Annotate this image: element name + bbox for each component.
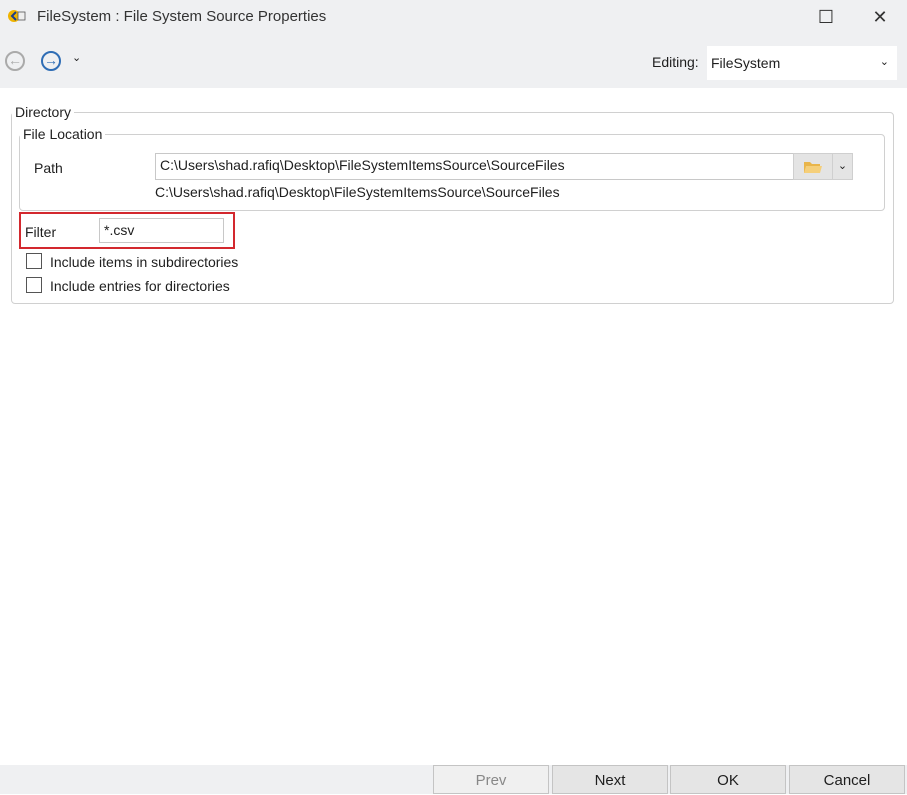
folder-icon <box>804 162 822 173</box>
toolbar: ← → ⌄ Editing: FileSystem ⌄ <box>0 34 907 88</box>
include-directories-checkbox[interactable] <box>26 277 42 293</box>
editing-select[interactable]: FileSystem ⌄ <box>707 46 897 80</box>
browse-folder-button[interactable] <box>793 153 833 180</box>
include-subdirectories-checkbox[interactable] <box>26 253 42 269</box>
filter-input[interactable]: *.csv <box>99 218 224 243</box>
window-title: FileSystem : File System Source Properti… <box>37 8 327 25</box>
forward-icon[interactable]: → <box>41 51 61 71</box>
close-button[interactable]: ✕ <box>860 4 900 30</box>
maximize-button[interactable]: ☐ <box>806 4 846 30</box>
chevron-down-icon: ⌄ <box>837 160 848 172</box>
path-dropdown-button[interactable]: ⌄ <box>832 153 853 180</box>
prev-button[interactable]: Prev <box>433 765 549 794</box>
directory-legend: Directory <box>15 104 72 120</box>
back-icon[interactable]: ← <box>5 51 25 71</box>
file-location-legend: File Location <box>23 126 103 142</box>
app-icon <box>8 10 26 22</box>
include-subdirectories-label: Include items in subdirectories <box>50 254 239 270</box>
path-resolved-text: C:\Users\shad.rafiq\Desktop\FileSystemIt… <box>155 184 560 200</box>
title-bar: FileSystem : File System Source Properti… <box>0 0 907 34</box>
chevron-down-icon[interactable]: ⌄ <box>72 51 81 64</box>
next-button[interactable]: Next <box>552 765 668 794</box>
chevron-down-icon: ⌄ <box>879 56 889 68</box>
filter-label: Filter <box>25 224 57 240</box>
cancel-button[interactable]: Cancel <box>789 765 905 794</box>
footer: Prev Next OK Cancel <box>0 765 907 794</box>
ok-button[interactable]: OK <box>670 765 786 794</box>
editing-value: FileSystem <box>711 55 781 71</box>
path-label: Path <box>34 160 63 176</box>
include-directories-label: Include entries for directories <box>50 278 230 294</box>
path-input[interactable]: C:\Users\shad.rafiq\Desktop\FileSystemIt… <box>155 153 794 180</box>
editing-label: Editing: <box>652 54 699 70</box>
